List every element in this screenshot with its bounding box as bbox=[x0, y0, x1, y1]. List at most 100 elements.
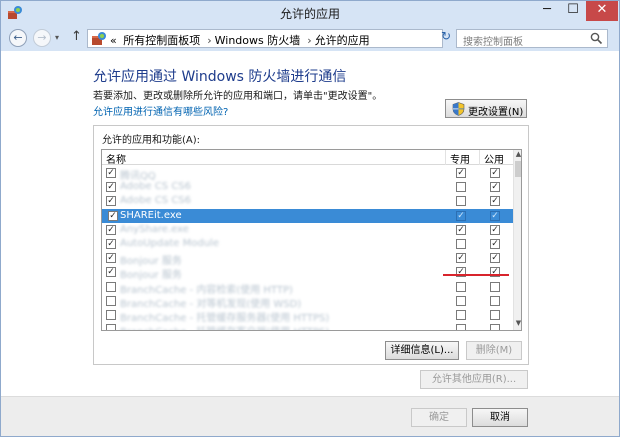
table-row[interactable]: BranchCache - 对等机发现(使用 WSD) bbox=[102, 294, 513, 310]
breadcrumb-allowed-apps[interactable]: 允许的应用 bbox=[315, 34, 370, 47]
row-enable-checkbox[interactable]: ✓ bbox=[106, 196, 116, 207]
allowed-apps-label: 允许的应用和功能(A): bbox=[102, 135, 201, 146]
row-private-checkbox[interactable]: ✓ bbox=[456, 224, 466, 235]
list-scrollbar[interactable]: ▲ ▼ bbox=[513, 150, 521, 330]
row-enable-checkbox[interactable] bbox=[106, 310, 116, 320]
row-private-checkbox[interactable] bbox=[456, 239, 466, 249]
ok-button[interactable]: 确定 bbox=[411, 408, 467, 427]
table-row[interactable]: BranchCache - 托管缓存服务器(使用 HTTPS) bbox=[102, 308, 513, 324]
allowed-apps-window: 允许的应用 ─ ☐ ✕ ← → ▾ ↑ « 所有控制面板项 › Windows 防火… bbox=[0, 0, 620, 437]
minimize-button[interactable]: ─ bbox=[534, 1, 560, 21]
row-enable-checkbox[interactable] bbox=[106, 295, 116, 306]
refresh-icon[interactable]: ↻ bbox=[437, 29, 455, 48]
row-enable-checkbox[interactable]: ✓ bbox=[106, 168, 116, 178]
row-enable-checkbox[interactable]: ✓ bbox=[106, 267, 116, 278]
row-enable-checkbox[interactable]: ✓ bbox=[108, 210, 118, 221]
allow-another-app-button[interactable]: 允许其他应用(R)... bbox=[420, 370, 528, 389]
table-row[interactable]: BranchCache - 托管缓存客户端(使用 HTTPS) bbox=[102, 322, 513, 330]
table-row[interactable]: ✓ AutoUpdate Module ✓ bbox=[102, 237, 513, 251]
admin-shield-icon bbox=[452, 102, 465, 116]
row-private-checkbox[interactable]: ✓ bbox=[456, 168, 466, 178]
row-public-checkbox[interactable]: ✓ bbox=[490, 239, 500, 249]
table-row[interactable]: ✓ Adobe CS CS6 ✓ bbox=[102, 194, 513, 208]
row-private-checkbox[interactable] bbox=[456, 196, 466, 207]
scroll-up-icon[interactable]: ▲ bbox=[514, 150, 521, 160]
breadcrumb-all-control-panel-items[interactable]: 所有控制面板项 bbox=[123, 34, 200, 47]
table-row[interactable]: ✓ SHAREit.exe ✓ ✓ bbox=[102, 208, 513, 223]
control-panel-icon bbox=[92, 32, 106, 45]
row-public-checkbox[interactable]: ✓ bbox=[490, 253, 500, 264]
breadcrumb-overflow[interactable]: « bbox=[110, 34, 117, 47]
row-public-checkbox[interactable] bbox=[490, 310, 500, 320]
scroll-down-icon[interactable]: ▼ bbox=[514, 319, 521, 329]
row-private-checkbox[interactable] bbox=[456, 324, 466, 330]
row-app-name: AutoUpdate Module bbox=[120, 238, 219, 249]
table-row[interactable]: ✓ AnyShare.exe ✓ ✓ bbox=[102, 223, 513, 237]
details-button[interactable]: 详细信息(L)... bbox=[385, 341, 459, 360]
search-box[interactable]: 搜索控制面板 bbox=[456, 29, 608, 48]
row-private-checkbox[interactable] bbox=[456, 295, 466, 306]
table-row[interactable]: ✓ Adobe CS CS6 ✓ bbox=[102, 180, 513, 194]
navigation-bar: ← → ▾ ↑ « 所有控制面板项›Windows 防火墙›允许的应用 ▾ ↻ … bbox=[1, 25, 619, 51]
allowed-apps-list[interactable]: 名称 专用 公用 ✓ 腾讯QQ ✓ ✓ ✓ Adobe CS CS6 ✓ ✓ Adobe CS … bbox=[101, 149, 522, 331]
row-app-name: AnyShare.exe bbox=[120, 223, 189, 235]
change-settings-label: 更改设置(N) bbox=[468, 107, 524, 118]
back-arrow-icon[interactable]: ← bbox=[9, 29, 27, 47]
maximize-button[interactable]: ☐ bbox=[560, 1, 586, 21]
column-divider[interactable] bbox=[479, 150, 480, 165]
row-public-checkbox[interactable] bbox=[490, 295, 500, 306]
row-public-checkbox[interactable]: ✓ bbox=[490, 182, 500, 193]
address-bar[interactable]: « 所有控制面板项›Windows 防火墙›允许的应用 ▾ bbox=[87, 29, 520, 48]
row-private-checkbox[interactable] bbox=[456, 310, 466, 320]
row-public-checkbox[interactable]: ✓ bbox=[490, 196, 500, 207]
risk-info-link[interactable]: 允许应用进行通信有哪些风险? bbox=[93, 103, 228, 118]
table-row[interactable]: ✓ Bonjour 服务 ✓ ✓ bbox=[102, 265, 513, 281]
row-private-checkbox[interactable]: ✓ bbox=[456, 253, 466, 264]
breadcrumb-windows-firewall[interactable]: Windows 防火墙 bbox=[215, 34, 301, 47]
title-bar[interactable]: 允许的应用 ─ ☐ ✕ bbox=[1, 1, 619, 25]
recent-locations-dropdown-icon[interactable]: ▾ bbox=[55, 33, 59, 42]
scroll-thumb[interactable] bbox=[515, 161, 521, 177]
change-settings-button[interactable]: 更改设置(N) bbox=[445, 99, 527, 118]
row-private-checkbox[interactable] bbox=[456, 281, 466, 292]
list-header: 名称 专用 公用 bbox=[102, 150, 513, 166]
breadcrumb-separator-icon[interactable]: › bbox=[307, 34, 311, 47]
cancel-button[interactable]: 取消 bbox=[472, 408, 528, 427]
row-enable-checkbox[interactable]: ✓ bbox=[106, 182, 116, 193]
row-app-name: Adobe CS CS6 bbox=[120, 195, 192, 207]
row-public-checkbox[interactable]: ✓ bbox=[490, 210, 500, 221]
table-row[interactable]: ✓ 腾讯QQ ✓ ✓ bbox=[102, 166, 513, 182]
search-icon[interactable] bbox=[590, 32, 603, 45]
breadcrumb-separator-icon[interactable]: › bbox=[207, 34, 211, 47]
close-button[interactable]: ✕ bbox=[586, 1, 618, 21]
content-area: 允许应用通过 Windows 防火墙进行通信 若要添加、更改或删除所允许的应用和… bbox=[1, 51, 619, 436]
row-enable-checkbox[interactable] bbox=[106, 281, 116, 292]
row-private-checkbox[interactable] bbox=[456, 182, 466, 193]
page-title: 允许应用通过 Windows 防火墙进行通信 bbox=[93, 69, 347, 85]
column-divider[interactable] bbox=[445, 150, 446, 165]
highlight-underline bbox=[443, 274, 509, 276]
column-header-public[interactable]: 公用 bbox=[484, 151, 504, 166]
column-header-name[interactable]: 名称 bbox=[106, 151, 126, 166]
up-arrow-icon[interactable]: ↑ bbox=[71, 29, 82, 44]
column-header-private[interactable]: 专用 bbox=[450, 151, 470, 166]
forward-arrow-icon[interactable]: → bbox=[33, 29, 51, 47]
row-enable-checkbox[interactable]: ✓ bbox=[106, 224, 116, 235]
row-private-checkbox[interactable]: ✓ bbox=[456, 210, 466, 221]
row-app-name: Adobe CS CS6 bbox=[120, 181, 192, 193]
row-enable-checkbox[interactable] bbox=[106, 324, 116, 330]
breadcrumb: « 所有控制面板项 › Windows 防火墙 › 允许的应用 bbox=[110, 32, 373, 48]
table-row[interactable]: ✓ Bonjour 服务 ✓ ✓ bbox=[102, 251, 513, 267]
remove-button[interactable]: 删除(M) bbox=[466, 341, 522, 360]
table-row[interactable]: BranchCache - 内容检索(使用 HTTP) bbox=[102, 280, 513, 296]
row-enable-checkbox[interactable]: ✓ bbox=[106, 239, 116, 249]
page-description: 若要添加、更改或删除所允许的应用和端口，请单击"更改设置"。 bbox=[93, 91, 383, 102]
row-app-name: BranchCache - 托管缓存客户端(使用 HTTPS) bbox=[120, 323, 329, 330]
row-enable-checkbox[interactable]: ✓ bbox=[106, 253, 116, 264]
row-public-checkbox[interactable]: ✓ bbox=[490, 224, 500, 235]
search-input[interactable]: 搜索控制面板 bbox=[463, 33, 523, 48]
row-public-checkbox[interactable]: ✓ bbox=[490, 168, 500, 178]
row-app-name: SHAREit.exe bbox=[120, 209, 182, 221]
row-public-checkbox[interactable] bbox=[490, 281, 500, 292]
row-public-checkbox[interactable] bbox=[490, 324, 500, 330]
